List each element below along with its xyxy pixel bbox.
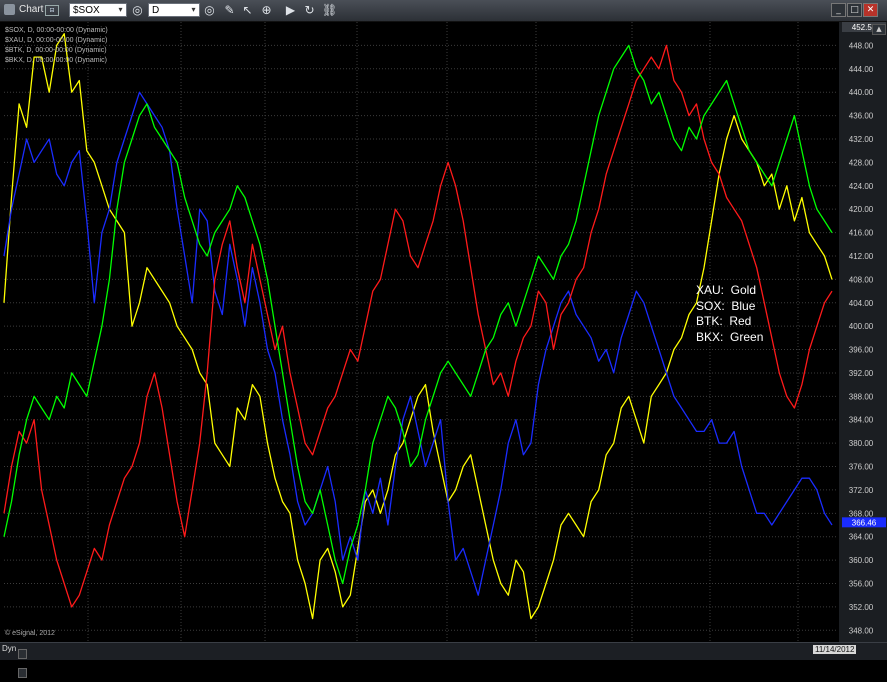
y-tick-label: 368.00 — [849, 509, 874, 518]
title-bar: Chart ⊟ $SOX ▾ ◎ D ▾ ◎ ✎ ↖ ⊕ ▶ ↻ ⛓ _ □ ✕ — [0, 0, 887, 22]
play-icon[interactable]: ▶ — [283, 3, 298, 18]
interval-input[interactable]: D ▾ — [148, 3, 200, 17]
y-tick-label: 444.00 — [849, 65, 874, 74]
study-legend: $SOX, D, 00:00-00:00 (Dynamic) $XAU, D, … — [5, 26, 108, 66]
y-tick-label: 348.00 — [849, 626, 874, 635]
y-tick-label: 408.00 — [849, 275, 874, 284]
legend-item: $BTK, D, 00:00-00:00 (Dynamic) — [5, 47, 107, 54]
close-button[interactable]: ✕ — [863, 3, 878, 17]
y-tick-label: 412.00 — [849, 252, 874, 261]
maximize-button[interactable]: □ — [847, 3, 862, 17]
y-tick-label: 436.00 — [849, 112, 874, 121]
chevron-up-icon[interactable]: ▲ — [872, 24, 886, 35]
y-tick-label: 448.00 — [849, 41, 874, 50]
y-tick-label: 428.00 — [849, 158, 874, 167]
minimize-button[interactable]: _ — [831, 3, 846, 17]
pencil-icon[interactable]: ✎ — [222, 3, 237, 18]
y-tick-label: 400.00 — [849, 322, 874, 331]
y-tick-label: 376.00 — [849, 463, 874, 472]
y-axis: 348.00 352.00 356.00 360.00 364.00 368.00 372.… — [839, 22, 887, 642]
app-icon — [4, 4, 15, 15]
zoom-icon[interactable]: ⊕ — [259, 3, 274, 18]
interval-value: D — [152, 5, 160, 16]
y-tick-label: 384.00 — [849, 416, 874, 425]
symbol-input[interactable]: $SOX ▾ — [69, 3, 127, 17]
y-tick-label: 352.00 — [849, 603, 874, 612]
chevron-down-icon[interactable]: ▾ — [116, 5, 125, 15]
legend-item: $XAU, D, 00:00-00:00 (Dynamic) — [5, 37, 108, 44]
symbol-value: $SOX — [73, 5, 100, 16]
last-price-label: 366.46 — [852, 518, 877, 527]
y-tick-label: 416.00 — [849, 229, 874, 238]
last-date-label: 11/14/2012 — [813, 645, 857, 654]
y-tick-label: 356.00 — [849, 580, 874, 589]
legend-item: $BKX, D, 00:00-00:00 (Dynamic) — [5, 57, 107, 64]
scroll-right-icon[interactable] — [18, 668, 27, 678]
scroll-left-icon[interactable] — [18, 649, 27, 659]
symbol-lookup-icon[interactable]: ◎ — [130, 3, 145, 18]
window-title: Chart — [19, 4, 44, 15]
series-color-key: XAU: Gold SOX: Blue BTK: Red BKX: Green — [696, 283, 764, 344]
scroll-buttons[interactable] — [18, 644, 36, 678]
y-tick-label: 360.00 — [849, 556, 874, 565]
y-tick-label: 440.00 — [849, 88, 874, 97]
link-icon[interactable]: ⛓ — [322, 3, 337, 18]
cursor-icon[interactable]: ↖ — [240, 3, 255, 18]
legend-item: $SOX, D, 00:00-00:00 (Dynamic) — [5, 27, 108, 34]
y-tick-label: 432.00 — [849, 135, 874, 144]
y-tick-label: 396.00 — [849, 346, 874, 355]
y-tick-label: 364.00 — [849, 533, 874, 542]
y-tick-label: 380.00 — [849, 439, 874, 448]
y-tick-label: 392.00 — [849, 369, 874, 378]
x-axis-bar — [0, 642, 887, 660]
y-tick-label: 372.00 — [849, 486, 874, 495]
copyright-text: © eSignal, 2012 — [5, 630, 55, 637]
y-tick-label: 388.00 — [849, 392, 874, 401]
y-tick-label: 404.00 — [849, 299, 874, 308]
linked-chart-icon[interactable]: ⊟ — [45, 5, 59, 16]
y-tick-label: 424.00 — [849, 182, 874, 191]
chevron-down-icon[interactable]: ▾ — [189, 5, 198, 15]
replay-icon[interactable]: ↻ — [302, 3, 317, 18]
dyn-label[interactable]: Dyn — [2, 644, 16, 653]
interval-lookup-icon[interactable]: ◎ — [202, 3, 217, 18]
y-tick-label: 420.00 — [849, 205, 874, 214]
